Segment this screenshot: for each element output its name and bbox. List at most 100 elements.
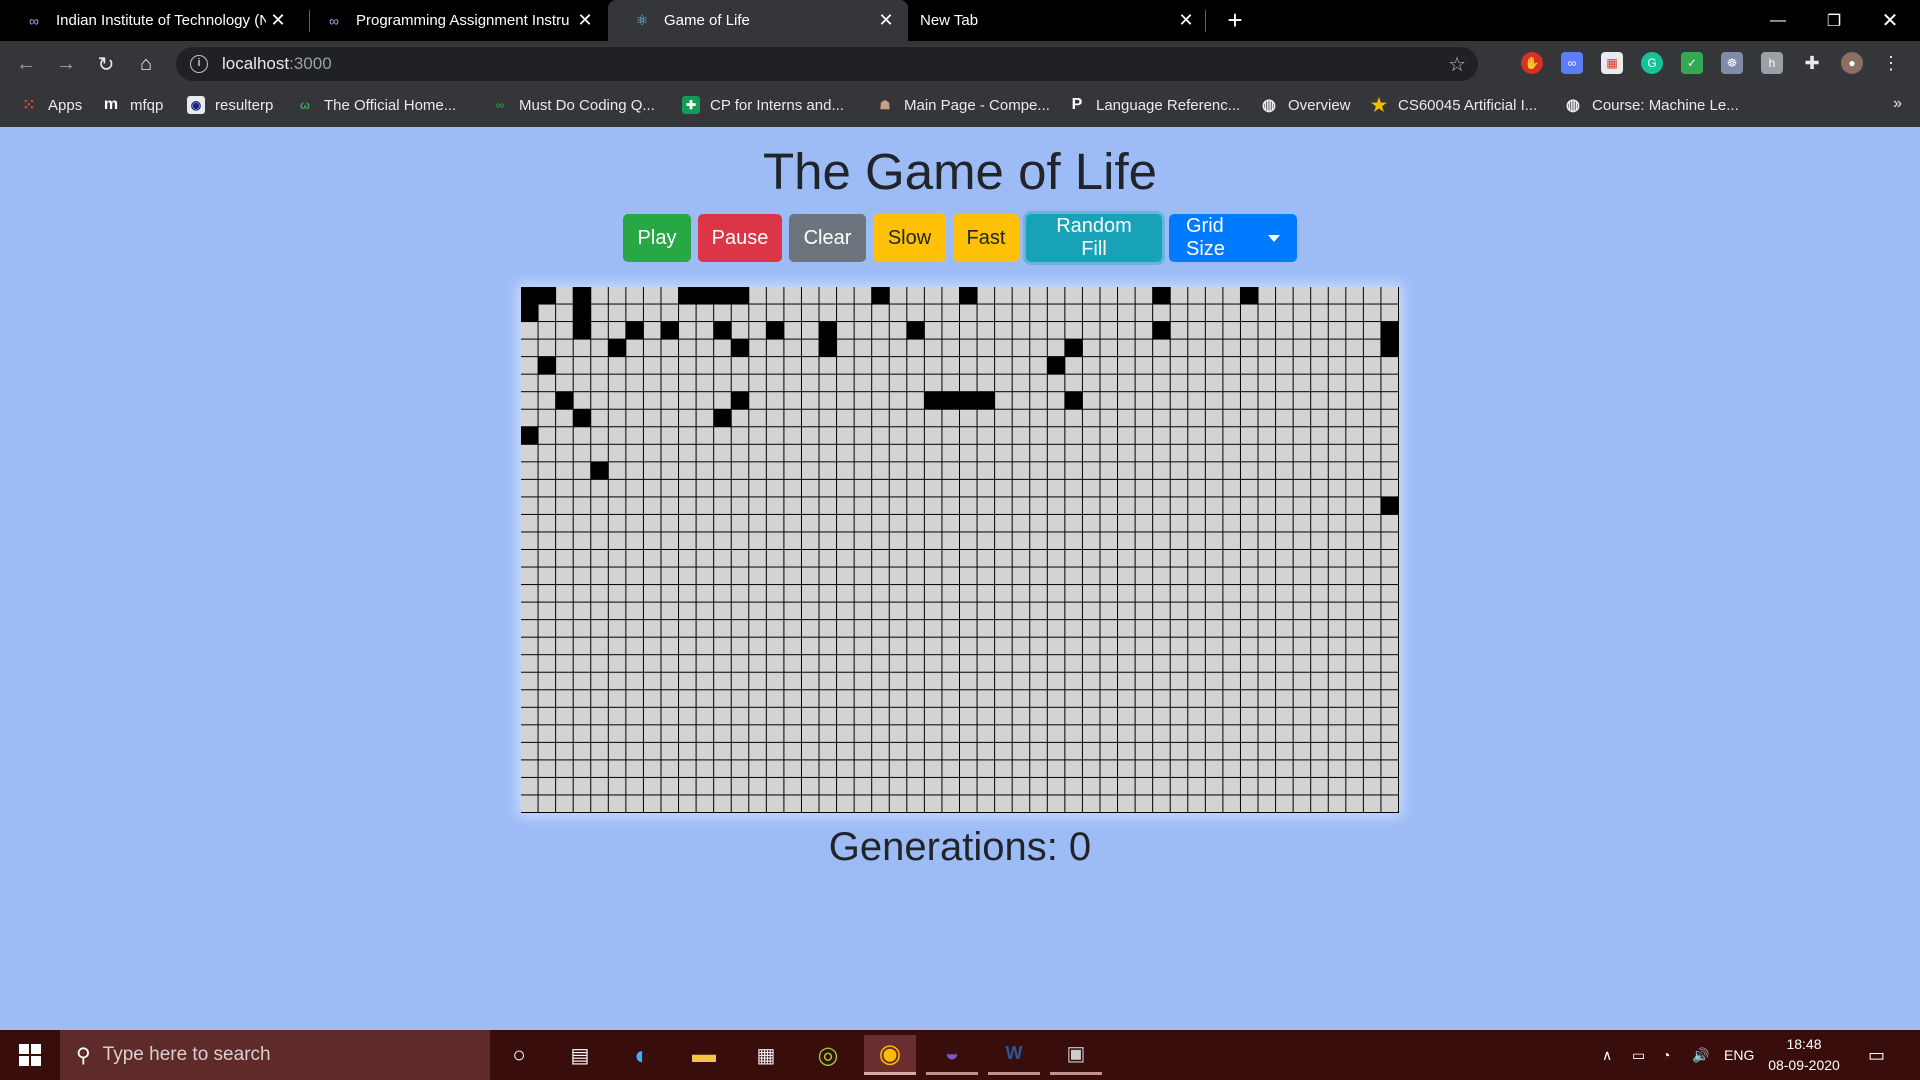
- grid-cell-dead[interactable]: [784, 357, 801, 374]
- grid-cell-dead[interactable]: [538, 742, 556, 760]
- grid-cell-dead[interactable]: [995, 602, 1012, 620]
- grid-cell-dead[interactable]: [766, 357, 784, 374]
- grid-cell-dead[interactable]: [1363, 637, 1381, 655]
- bookmark-language-reference[interactable]: P Language Referenc...: [1068, 87, 1241, 123]
- grid-cell-dead[interactable]: [889, 550, 907, 567]
- grid-cell-dead[interactable]: [643, 357, 661, 374]
- grid-cell-dead[interactable]: [1293, 672, 1311, 690]
- grid-cell-dead[interactable]: [608, 637, 626, 655]
- grid-cell-dead[interactable]: [1118, 287, 1135, 304]
- grid-cell-dead[interactable]: [1153, 620, 1170, 637]
- grid-cell-alive[interactable]: [731, 392, 749, 409]
- grid-cell-dead[interactable]: [1170, 602, 1188, 620]
- grid-cell-dead[interactable]: [626, 550, 643, 567]
- grid-cell-dead[interactable]: [1205, 725, 1223, 742]
- grid-cell-dead[interactable]: [854, 374, 872, 392]
- grid-cell-dead[interactable]: [1328, 409, 1346, 427]
- grid-cell-dead[interactable]: [1135, 725, 1153, 742]
- grid-cell-dead[interactable]: [889, 532, 907, 549]
- grid-cell-dead[interactable]: [1276, 392, 1293, 409]
- grid-cell-dead[interactable]: [1311, 725, 1328, 742]
- grid-cell-dead[interactable]: [679, 462, 696, 479]
- grid-cell-dead[interactable]: [1082, 514, 1100, 532]
- start-button[interactable]: [0, 1030, 60, 1080]
- grid-cell-dead[interactable]: [1012, 462, 1030, 479]
- grid-cell-dead[interactable]: [608, 742, 626, 760]
- grid-cell-dead[interactable]: [1170, 532, 1188, 549]
- grid-cell-dead[interactable]: [661, 655, 679, 672]
- grid-cell-dead[interactable]: [608, 374, 626, 392]
- grid-cell-dead[interactable]: [1346, 444, 1363, 462]
- grid-cell-dead[interactable]: [1258, 725, 1276, 742]
- grid-cell-dead[interactable]: [942, 374, 959, 392]
- grid-cell-dead[interactable]: [626, 725, 643, 742]
- grid-cell-dead[interactable]: [819, 532, 837, 549]
- cortana-icon[interactable]: ○: [493, 1035, 545, 1075]
- grid-cell-dead[interactable]: [749, 304, 766, 322]
- grid-cell-dead[interactable]: [749, 707, 766, 725]
- grid-cell-dead[interactable]: [679, 357, 696, 374]
- grid-cell-alive[interactable]: [556, 392, 573, 409]
- grid-cell-dead[interactable]: [1153, 795, 1170, 812]
- grid-cell-dead[interactable]: [608, 479, 626, 497]
- grid-cell-dead[interactable]: [1030, 427, 1047, 444]
- grid-cell-dead[interactable]: [626, 655, 643, 672]
- grid-cell-dead[interactable]: [1082, 567, 1100, 585]
- grid-cell-dead[interactable]: [1082, 742, 1100, 760]
- grid-cell-dead[interactable]: [1293, 637, 1311, 655]
- grid-cell-dead[interactable]: [942, 725, 959, 742]
- notifications-icon[interactable]: ▭: [1868, 1030, 1885, 1080]
- grid-cell-dead[interactable]: [1047, 462, 1065, 479]
- grid-cell-dead[interactable]: [1030, 287, 1047, 304]
- grid-cell-dead[interactable]: [1311, 339, 1328, 357]
- grid-cell-dead[interactable]: [924, 322, 942, 339]
- grid-cell-dead[interactable]: [1363, 374, 1381, 392]
- grid-cell-dead[interactable]: [1363, 392, 1381, 409]
- grid-cell-dead[interactable]: [766, 409, 784, 427]
- grid-cell-dead[interactable]: [995, 690, 1012, 707]
- grid-cell-dead[interactable]: [1065, 479, 1082, 497]
- grid-cell-dead[interactable]: [1135, 497, 1153, 514]
- grid-cell-dead[interactable]: [1346, 690, 1363, 707]
- grid-cell-dead[interactable]: [889, 497, 907, 514]
- grid-cell-dead[interactable]: [696, 462, 714, 479]
- grid-cell-dead[interactable]: [1153, 742, 1170, 760]
- grid-cell-dead[interactable]: [977, 567, 995, 585]
- grid-cell-dead[interactable]: [854, 777, 872, 795]
- grid-cell-dead[interactable]: [1258, 514, 1276, 532]
- grid-cell-dead[interactable]: [924, 602, 942, 620]
- grid-cell-dead[interactable]: [661, 725, 679, 742]
- grid-cell-dead[interactable]: [766, 655, 784, 672]
- grid-cell-dead[interactable]: [1363, 585, 1381, 602]
- grid-cell-dead[interactable]: [977, 357, 995, 374]
- grid-cell-dead[interactable]: [889, 602, 907, 620]
- grid-cell-dead[interactable]: [872, 567, 889, 585]
- grid-cell-dead[interactable]: [1135, 392, 1153, 409]
- grid-cell-dead[interactable]: [591, 795, 608, 812]
- grid-cell-dead[interactable]: [960, 462, 977, 479]
- grid-cell-dead[interactable]: [1135, 339, 1153, 357]
- grid-cell-dead[interactable]: [1293, 287, 1311, 304]
- grid-cell-dead[interactable]: [1188, 322, 1205, 339]
- grid-cell-dead[interactable]: [784, 339, 801, 357]
- grid-cell-dead[interactable]: [995, 655, 1012, 672]
- random-fill-button[interactable]: Random Fill: [1026, 214, 1162, 262]
- grid-cell-dead[interactable]: [1328, 725, 1346, 742]
- grid-cell-dead[interactable]: [889, 795, 907, 812]
- grid-cell-dead[interactable]: [679, 585, 696, 602]
- grid-cell-dead[interactable]: [696, 339, 714, 357]
- grid-cell-dead[interactable]: [573, 462, 591, 479]
- grid-cell-dead[interactable]: [608, 725, 626, 742]
- grid-cell-dead[interactable]: [714, 339, 731, 357]
- grid-cell-dead[interactable]: [1276, 795, 1293, 812]
- grid-cell-dead[interactable]: [608, 357, 626, 374]
- grid-cell-dead[interactable]: [837, 637, 854, 655]
- grid-cell-dead[interactable]: [1153, 462, 1170, 479]
- grid-cell-dead[interactable]: [1135, 550, 1153, 567]
- grid-cell-dead[interactable]: [1100, 322, 1118, 339]
- grid-cell-dead[interactable]: [1346, 760, 1363, 777]
- grid-cell-dead[interactable]: [995, 707, 1012, 725]
- grid-cell-dead[interactable]: [1258, 339, 1276, 357]
- grid-cell-dead[interactable]: [1240, 585, 1258, 602]
- grid-cell-dead[interactable]: [1118, 374, 1135, 392]
